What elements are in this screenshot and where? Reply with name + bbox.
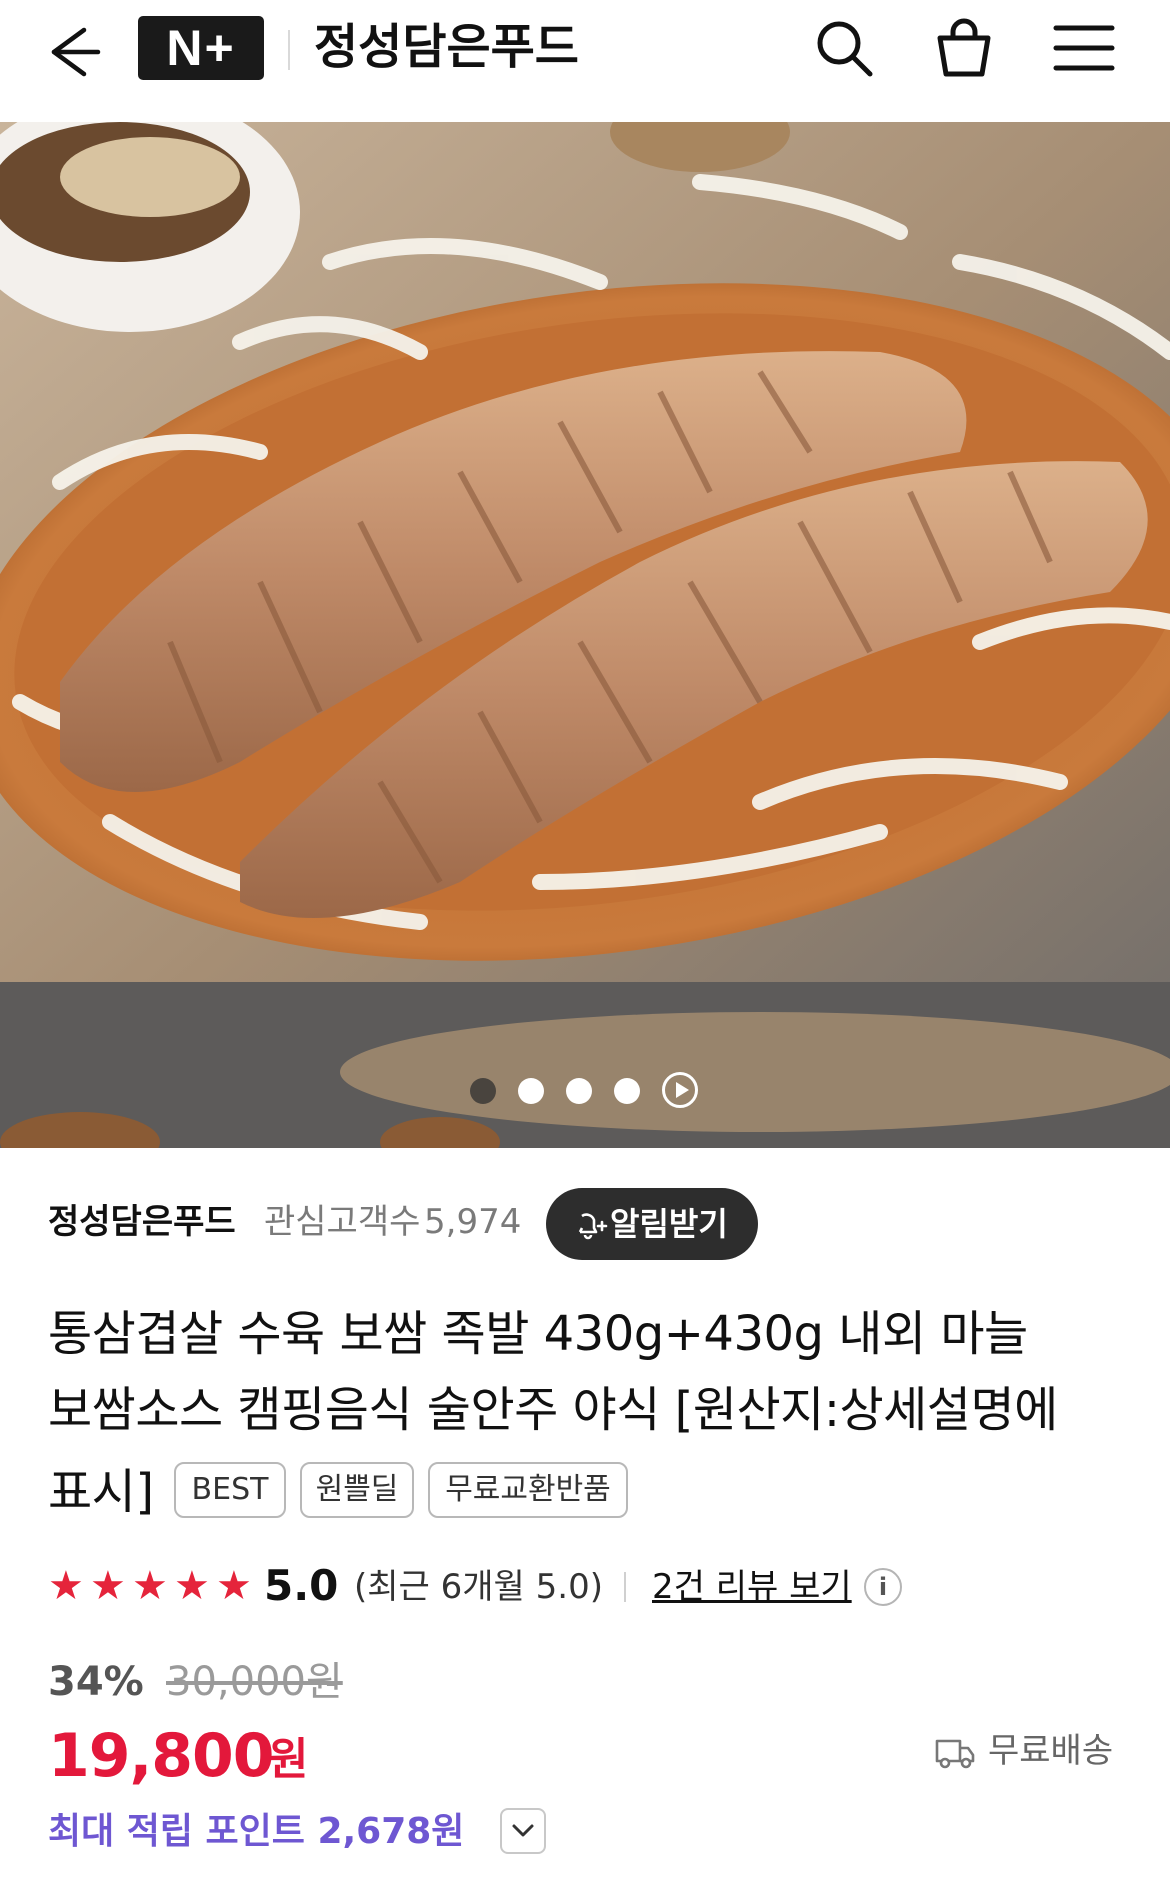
delivery-truck-icon [935, 1739, 975, 1769]
free-shipping-label: 무료배송 [988, 1731, 1114, 1771]
bell-plus-icon [578, 1213, 608, 1240]
star-icon: ★ [216, 1563, 252, 1609]
header-divider [288, 30, 290, 70]
star-icon: ★ [48, 1563, 84, 1609]
star-icon: ★ [90, 1563, 126, 1609]
product-photo [0, 122, 1170, 1148]
seller-name[interactable]: 정성담은푸드 [48, 1200, 236, 1244]
review-link[interactable]: 2건 리뷰 보기 [652, 1564, 852, 1610]
discount-rate: 34% [48, 1659, 144, 1705]
gallery-dot-2[interactable] [518, 1078, 544, 1104]
play-icon[interactable] [662, 1072, 698, 1108]
star-rating: ★ ★ ★ ★ ★ [48, 1566, 254, 1606]
product-image[interactable] [0, 122, 1170, 1148]
shopping-bag-icon[interactable] [932, 16, 996, 80]
recent-rating: (최근 6개월 5.0) [354, 1567, 603, 1607]
points-expand-button[interactable] [500, 1808, 546, 1854]
search-icon[interactable] [812, 16, 876, 80]
alarm-button-label: 알림받기 [610, 1205, 728, 1243]
top-header: N+ 정성담은푸드 [0, 0, 1170, 122]
fans-count: 5,974 [424, 1202, 522, 1242]
currency-unit: 원 [268, 1734, 309, 1785]
badge-free-return: 무료교환반품 [428, 1462, 628, 1518]
alarm-subscribe-button[interactable]: 알림받기 [546, 1188, 758, 1260]
rating-value: 5.0 [264, 1561, 339, 1610]
badge-best: BEST [174, 1462, 286, 1518]
fans-label: 관심고객수 [264, 1202, 421, 1242]
badge-one-plus-deal: 원쁠딜 [300, 1462, 414, 1518]
chevron-down-icon [512, 1824, 534, 1837]
star-icon: ★ [132, 1563, 168, 1609]
gallery-dot-3[interactable] [566, 1078, 592, 1104]
product-title-line-2: 보쌈소스 캠핑음식 술안주 야식 [원산지:상세설명에 [48, 1382, 1058, 1438]
gallery-dot-4[interactable] [614, 1078, 640, 1104]
product-title-line-1: 통삼겹살 수육 보쌈 족발 430g+430g 내외 마늘 [48, 1306, 1028, 1362]
sale-price: 19,800 [48, 1721, 275, 1791]
naver-plus-logo[interactable]: N+ [138, 16, 264, 80]
rating-divider [624, 1572, 626, 1602]
product-title-line-3: 표시] [48, 1464, 154, 1520]
store-name[interactable]: 정성담은푸드 [314, 14, 579, 80]
back-arrow-icon[interactable] [40, 20, 104, 84]
original-price: 30,000원 [166, 1659, 343, 1705]
gallery-dot-1[interactable] [470, 1078, 496, 1104]
info-icon[interactable]: i [864, 1568, 902, 1606]
max-points: 최대 적립 포인트 2,678원 [48, 1811, 465, 1852]
hamburger-menu-icon[interactable] [1052, 16, 1116, 80]
gallery-pagination [0, 1072, 1170, 1108]
star-icon: ★ [174, 1563, 210, 1609]
